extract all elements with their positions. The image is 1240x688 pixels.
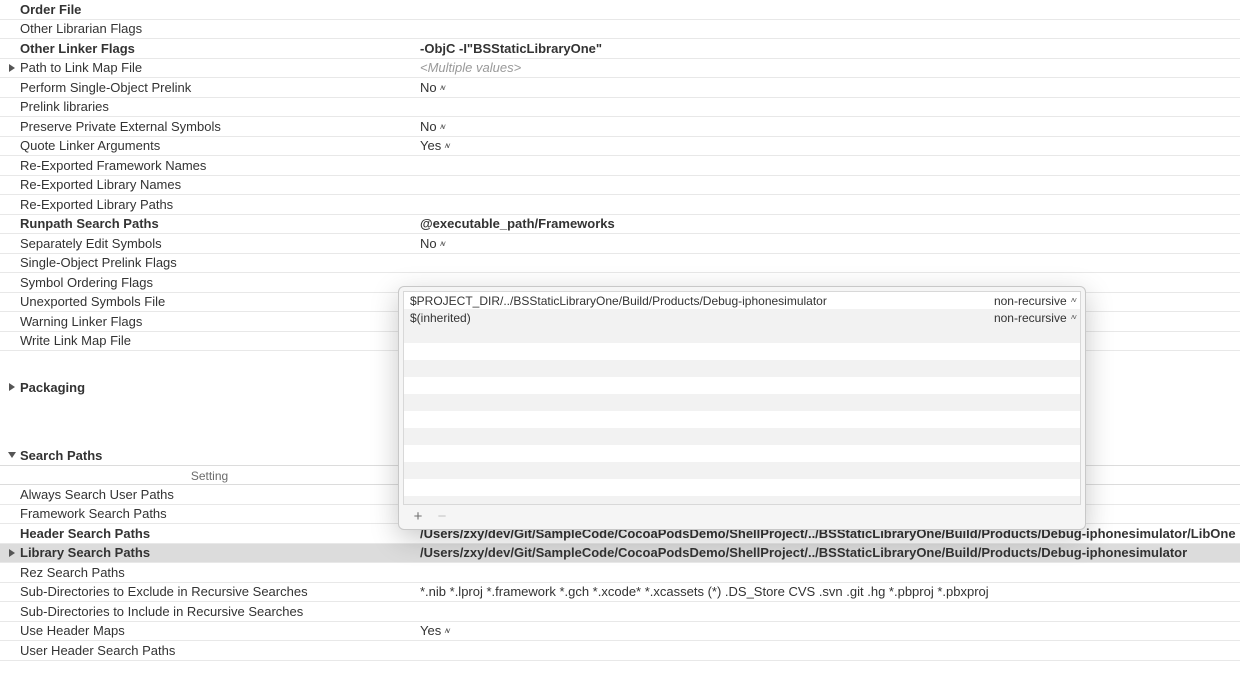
popover-path-text: $(inherited)	[410, 311, 975, 325]
setting-label: Other Linker Flags	[20, 41, 420, 56]
popover-empty-row[interactable]	[404, 377, 1080, 394]
disclosure-right-icon[interactable]	[6, 383, 18, 391]
setting-row[interactable]: Other Librarian Flags	[0, 20, 1240, 40]
setting-row[interactable]: Perform Single-Object PrelinkNo˄˅	[0, 78, 1240, 98]
popover-path-text: $PROJECT_DIR/../BSStaticLibraryOne/Build…	[410, 294, 975, 308]
setting-label: Header Search Paths	[20, 526, 420, 541]
section-search-title: Search Paths	[20, 448, 102, 463]
setting-label: Path to Link Map File	[20, 60, 420, 75]
setting-label: Separately Edit Symbols	[20, 236, 420, 251]
popover-empty-row[interactable]	[404, 479, 1080, 496]
setting-row[interactable]: Rez Search Paths	[0, 563, 1240, 583]
stepper-icon[interactable]: ˄˅	[440, 84, 443, 93]
setting-row[interactable]: Prelink libraries	[0, 98, 1240, 118]
stepper-icon[interactable]: ˄˅	[440, 123, 443, 132]
popover-empty-row[interactable]	[404, 445, 1080, 462]
remove-icon[interactable]: −	[435, 509, 449, 523]
setting-row[interactable]: Re-Exported Framework Names	[0, 156, 1240, 176]
section-packaging-title: Packaging	[20, 380, 85, 395]
setting-value[interactable]: /Users/zxy/dev/Git/SampleCode/CocoaPodsD…	[420, 545, 1240, 560]
setting-row[interactable]: Re-Exported Library Names	[0, 176, 1240, 196]
popover-empty-row[interactable]	[404, 428, 1080, 445]
setting-label: Perform Single-Object Prelink	[20, 80, 420, 95]
setting-label: Single-Object Prelink Flags	[20, 255, 420, 270]
setting-label: Other Librarian Flags	[20, 21, 420, 36]
setting-label: Write Link Map File	[20, 333, 420, 348]
setting-value[interactable]: Yes˄˅	[420, 138, 1240, 153]
stepper-icon[interactable]: ˄˅	[1071, 314, 1074, 322]
popover-mode-select[interactable]: non-recursive	[975, 294, 1067, 308]
setting-row[interactable]: User Header Search Paths	[0, 641, 1240, 661]
setting-value[interactable]: Yes˄˅	[420, 623, 1240, 638]
setting-value[interactable]: No˄˅	[420, 119, 1240, 134]
setting-row[interactable]: Library Search Paths/Users/zxy/dev/Git/S…	[0, 544, 1240, 564]
setting-row[interactable]: Other Linker Flags-ObjC -I"BSStaticLibra…	[0, 39, 1240, 59]
setting-value[interactable]: No˄˅	[420, 236, 1240, 251]
setting-label: Re-Exported Library Names	[20, 177, 420, 192]
popover-empty-row[interactable]	[404, 360, 1080, 377]
setting-label: Use Header Maps	[20, 623, 420, 638]
popover-empty-row[interactable]	[404, 394, 1080, 411]
setting-row[interactable]: Preserve Private External SymbolsNo˄˅	[0, 117, 1240, 137]
stepper-icon[interactable]: ˄˅	[444, 142, 447, 151]
setting-label: Re-Exported Library Paths	[20, 197, 420, 212]
setting-row[interactable]: Sub-Directories to Exclude in Recursive …	[0, 583, 1240, 603]
add-icon[interactable]: +	[411, 509, 425, 523]
popover-list[interactable]: $PROJECT_DIR/../BSStaticLibraryOne/Build…	[403, 291, 1081, 505]
popover-empty-row[interactable]	[404, 326, 1080, 343]
setting-label: Rez Search Paths	[20, 565, 420, 580]
setting-label: Sub-Directories to Exclude in Recursive …	[20, 584, 420, 599]
setting-label: Unexported Symbols File	[20, 294, 420, 309]
disclosure-down-icon[interactable]	[6, 452, 18, 458]
setting-row[interactable]: Runpath Search Paths@executable_path/Fra…	[0, 215, 1240, 235]
setting-label: Preserve Private External Symbols	[20, 119, 420, 134]
disclosure-right-icon[interactable]	[6, 549, 18, 557]
setting-label: Sub-Directories to Include in Recursive …	[20, 604, 420, 619]
setting-label: Re-Exported Framework Names	[20, 158, 420, 173]
setting-label: Warning Linker Flags	[20, 314, 420, 329]
popover-mode-select[interactable]: non-recursive	[975, 311, 1067, 325]
setting-value[interactable]: @executable_path/Frameworks	[420, 216, 1240, 231]
setting-label: Order File	[20, 2, 420, 17]
setting-row[interactable]: Use Header MapsYes˄˅	[0, 622, 1240, 642]
setting-label: Symbol Ordering Flags	[20, 275, 420, 290]
column-header-setting[interactable]: Setting	[0, 466, 400, 484]
library-search-paths-popover: $PROJECT_DIR/../BSStaticLibraryOne/Build…	[398, 286, 1086, 530]
popover-empty-row[interactable]	[404, 496, 1080, 505]
setting-label: Library Search Paths	[20, 545, 420, 560]
popover-footer: + −	[403, 505, 1081, 527]
popover-path-row[interactable]: $PROJECT_DIR/../BSStaticLibraryOne/Build…	[404, 292, 1080, 309]
popover-empty-row[interactable]	[404, 411, 1080, 428]
popover-empty-row[interactable]	[404, 462, 1080, 479]
setting-row[interactable]: Re-Exported Library Paths	[0, 195, 1240, 215]
setting-label: Framework Search Paths	[20, 506, 420, 521]
setting-row[interactable]: Single-Object Prelink Flags	[0, 254, 1240, 274]
setting-label: Quote Linker Arguments	[20, 138, 420, 153]
setting-value[interactable]: -ObjC -I"BSStaticLibraryOne"	[420, 41, 1240, 56]
setting-label: Always Search User Paths	[20, 487, 420, 502]
setting-row[interactable]: Path to Link Map File<Multiple values>	[0, 59, 1240, 79]
setting-row[interactable]: Quote Linker ArgumentsYes˄˅	[0, 137, 1240, 157]
setting-row[interactable]: Sub-Directories to Include in Recursive …	[0, 602, 1240, 622]
setting-label: Prelink libraries	[20, 99, 420, 114]
stepper-icon[interactable]: ˄˅	[440, 240, 443, 249]
popover-path-row[interactable]: $(inherited)non-recursive ˄˅	[404, 309, 1080, 326]
stepper-icon[interactable]: ˄˅	[1071, 297, 1074, 305]
setting-row[interactable]: Separately Edit SymbolsNo˄˅	[0, 234, 1240, 254]
stepper-icon[interactable]: ˄˅	[444, 627, 447, 636]
disclosure-right-icon[interactable]	[6, 64, 18, 72]
setting-row[interactable]: Order File	[0, 0, 1240, 20]
setting-value[interactable]: No˄˅	[420, 80, 1240, 95]
popover-empty-row[interactable]	[404, 343, 1080, 360]
setting-label: Runpath Search Paths	[20, 216, 420, 231]
setting-value[interactable]: *.nib *.lproj *.framework *.gch *.xcode*…	[420, 584, 1240, 599]
setting-value[interactable]: <Multiple values>	[420, 60, 1240, 75]
setting-label: User Header Search Paths	[20, 643, 420, 658]
